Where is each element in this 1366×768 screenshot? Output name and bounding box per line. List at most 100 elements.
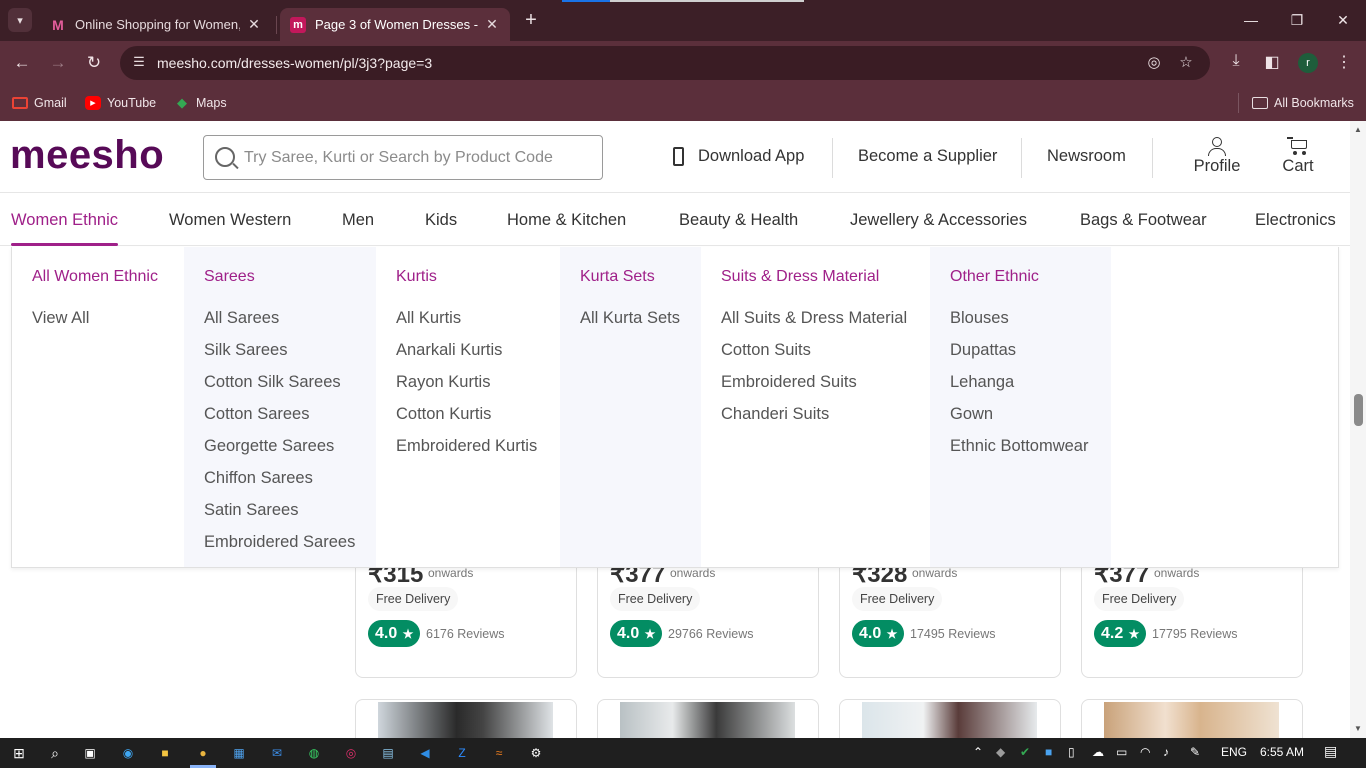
product-card[interactable] — [355, 699, 577, 738]
wifi-icon[interactable]: ◠ — [1140, 745, 1150, 759]
tray-overflow-icon[interactable]: ⌃ — [973, 745, 983, 759]
bookmark-maps[interactable]: ◆ Maps — [174, 93, 227, 113]
restore-button[interactable]: ❐ — [1274, 8, 1320, 32]
search-input[interactable] — [244, 146, 594, 170]
tab-women-dresses[interactable]: m Page 3 of Women Dresses - Buy Women Dr… — [280, 8, 510, 41]
menu-heading[interactable]: Sarees — [204, 268, 255, 286]
menu-item[interactable]: Anarkali Kurtis — [396, 341, 502, 360]
search-icon[interactable]: ⌕ — [44, 742, 66, 764]
scroll-up-arrow-icon[interactable]: ▲ — [1353, 125, 1363, 134]
forward-button[interactable]: → — [46, 51, 70, 75]
category-electronics[interactable]: Electronics — [1255, 211, 1336, 230]
menu-item[interactable]: Blouses — [950, 309, 1009, 328]
product-card[interactable]: ₹377 onwards Free Delivery 4.2 ★ 17795 R… — [1081, 551, 1303, 678]
category-bags-footwear[interactable]: Bags & Footwear — [1080, 211, 1207, 230]
bookmark-youtube[interactable]: ▶ YouTube — [85, 93, 156, 113]
store-icon[interactable]: ▦ — [228, 742, 250, 764]
category-jewellery-accessories[interactable]: Jewellery & Accessories — [850, 211, 1027, 230]
menu-item[interactable]: Lehanga — [950, 373, 1014, 392]
close-tab-icon[interactable]: ✕ — [484, 16, 500, 33]
menu-item[interactable]: Embroidered Sarees — [204, 533, 355, 552]
category-home-kitchen[interactable]: Home & Kitchen — [507, 211, 626, 230]
mail-icon[interactable]: ✉ — [266, 742, 288, 764]
windows-start-icon[interactable]: ⊞ — [8, 742, 30, 764]
profile-avatar[interactable]: r — [1298, 53, 1318, 73]
security-check-icon[interactable]: ✔ — [1020, 745, 1030, 759]
menu-item[interactable]: Embroidered Kurtis — [396, 437, 537, 456]
bookmark-star-icon[interactable]: ☆ — [1176, 53, 1196, 73]
address-bar[interactable]: ☰ meesho.com/dresses-women/pl/3j3?page=3… — [120, 46, 1210, 80]
edge-icon[interactable]: ◉ — [117, 742, 139, 764]
notifications-icon[interactable]: ▤ — [1324, 743, 1337, 760]
tab-search-button[interactable]: ▾ — [8, 8, 32, 32]
site-info-icon[interactable]: ☰ — [130, 54, 148, 72]
menu-item[interactable]: View All — [32, 309, 89, 328]
whatsapp-icon[interactable]: ◍ — [303, 742, 325, 764]
zoom-icon[interactable]: Z — [451, 742, 473, 764]
menu-kebab-icon[interactable]: ⋮ — [1333, 52, 1355, 74]
volume-icon[interactable]: ♪ — [1163, 745, 1169, 759]
menu-heading[interactable]: Kurta Sets — [580, 268, 655, 286]
file-explorer-icon[interactable]: ■ — [154, 742, 176, 764]
category-women-western[interactable]: Women Western — [169, 211, 291, 230]
menu-item[interactable]: All Kurtis — [396, 309, 461, 328]
tab-online-shopping[interactable]: M Online Shopping for Women, Men, Kids ✕ — [40, 8, 272, 41]
become-supplier-link[interactable]: Become a Supplier — [858, 147, 997, 166]
onedrive-icon[interactable]: ☁ — [1092, 745, 1104, 759]
menu-heading[interactable]: Kurtis — [396, 268, 437, 286]
menu-item[interactable]: Chanderi Suits — [721, 405, 829, 424]
product-card[interactable]: ₹315 onwards Free Delivery 4.0 ★ 6176 Re… — [355, 551, 577, 678]
menu-item[interactable]: Cotton Sarees — [204, 405, 309, 424]
menu-item[interactable]: Ethnic Bottomwear — [950, 437, 1088, 456]
battery-icon[interactable]: ▭ — [1116, 745, 1127, 759]
product-card[interactable]: ₹328 onwards Free Delivery 4.0 ★ 17495 R… — [839, 551, 1061, 678]
category-women-ethnic[interactable]: Women Ethnic — [11, 211, 118, 230]
category-men[interactable]: Men — [342, 211, 374, 230]
menu-item[interactable]: Chiffon Sarees — [204, 469, 313, 488]
menu-item[interactable]: Dupattas — [950, 341, 1016, 360]
profile-button[interactable]: Profile — [1192, 137, 1242, 176]
eye-off-icon[interactable]: ◎ — [1144, 53, 1164, 73]
new-tab-button[interactable]: + — [520, 9, 542, 31]
cart-button[interactable]: Cart — [1278, 137, 1318, 176]
side-panel-icon[interactable]: ◧ — [1261, 52, 1283, 74]
tray-device-icon[interactable]: ▯ — [1068, 745, 1075, 759]
menu-item[interactable]: All Sarees — [204, 309, 279, 328]
menu-item[interactable]: Satin Sarees — [204, 501, 298, 520]
reload-button[interactable]: ↻ — [82, 51, 106, 75]
clock[interactable]: 6:55 AM — [1260, 745, 1304, 759]
page-scrollbar[interactable]: ▲ ▼ — [1350, 121, 1366, 738]
menu-heading[interactable]: All Women Ethnic — [32, 268, 158, 286]
language-indicator[interactable]: ENG — [1221, 745, 1247, 759]
category-beauty-health[interactable]: Beauty & Health — [679, 211, 798, 230]
close-tab-icon[interactable]: ✕ — [246, 16, 262, 33]
tray-app-icon[interactable]: ◆ — [996, 745, 1005, 759]
notepad-icon[interactable]: ▤ — [377, 742, 399, 764]
bookmark-gmail[interactable]: Gmail — [12, 93, 67, 113]
minimize-button[interactable]: — — [1228, 8, 1274, 32]
scroll-down-arrow-icon[interactable]: ▼ — [1353, 724, 1363, 733]
product-card[interactable] — [1081, 699, 1303, 738]
tray-blue-icon[interactable]: ■ — [1045, 745, 1052, 759]
menu-item[interactable]: Gown — [950, 405, 993, 424]
settings-gear-icon[interactable]: ⚙ — [525, 742, 547, 764]
chrome-icon[interactable]: ● — [192, 742, 214, 764]
menu-item[interactable]: All Kurta Sets — [580, 309, 680, 328]
meesho-logo[interactable]: meesho — [10, 133, 164, 178]
menu-item[interactable]: Cotton Kurtis — [396, 405, 491, 424]
menu-heading[interactable]: Other Ethnic — [950, 268, 1039, 286]
instagram-icon[interactable]: ◎ — [340, 742, 362, 764]
pen-icon[interactable]: ✎ — [1190, 745, 1200, 759]
download-icon[interactable]: ⤓ — [1225, 52, 1247, 74]
menu-item[interactable]: Embroidered Suits — [721, 373, 857, 392]
product-card[interactable] — [839, 699, 1061, 738]
menu-heading[interactable]: Suits & Dress Material — [721, 268, 879, 286]
menu-item[interactable]: Georgette Sarees — [204, 437, 334, 456]
menu-item[interactable]: Cotton Suits — [721, 341, 811, 360]
back-button[interactable]: ← — [10, 51, 34, 75]
window-close-button[interactable]: ✕ — [1320, 8, 1366, 32]
menu-item[interactable]: Silk Sarees — [204, 341, 287, 360]
menu-item[interactable]: All Suits & Dress Material — [721, 309, 907, 328]
scrollbar-thumb[interactable] — [1354, 394, 1363, 426]
search-box[interactable] — [203, 135, 603, 180]
